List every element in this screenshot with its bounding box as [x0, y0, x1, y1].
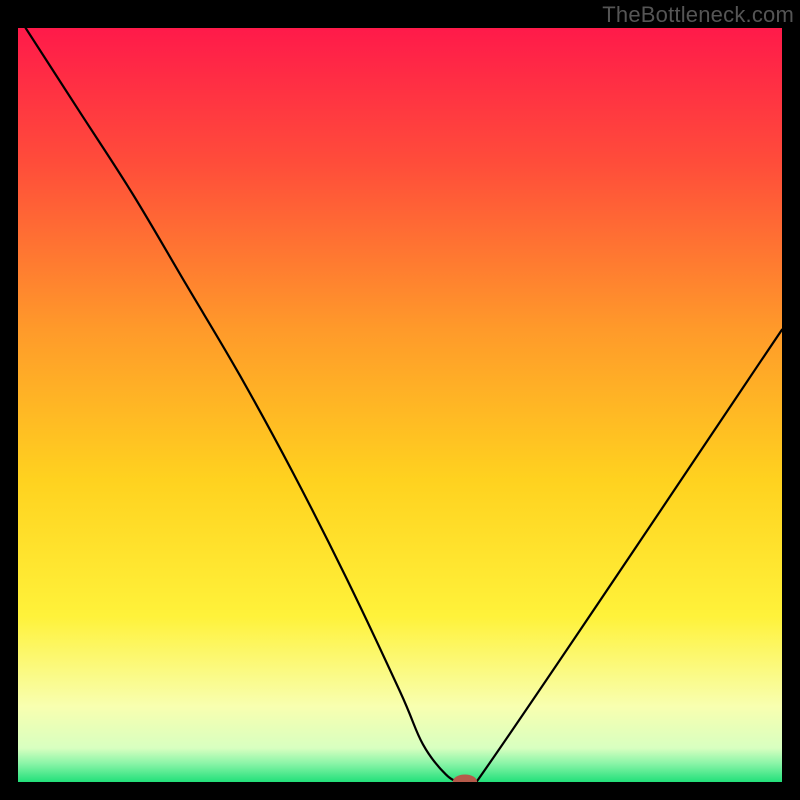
watermark-label: TheBottleneck.com: [602, 2, 794, 28]
plot-area: [18, 28, 782, 782]
gradient-background: [18, 28, 782, 782]
bottleneck-chart: [18, 28, 782, 782]
chart-frame: TheBottleneck.com: [0, 0, 800, 800]
